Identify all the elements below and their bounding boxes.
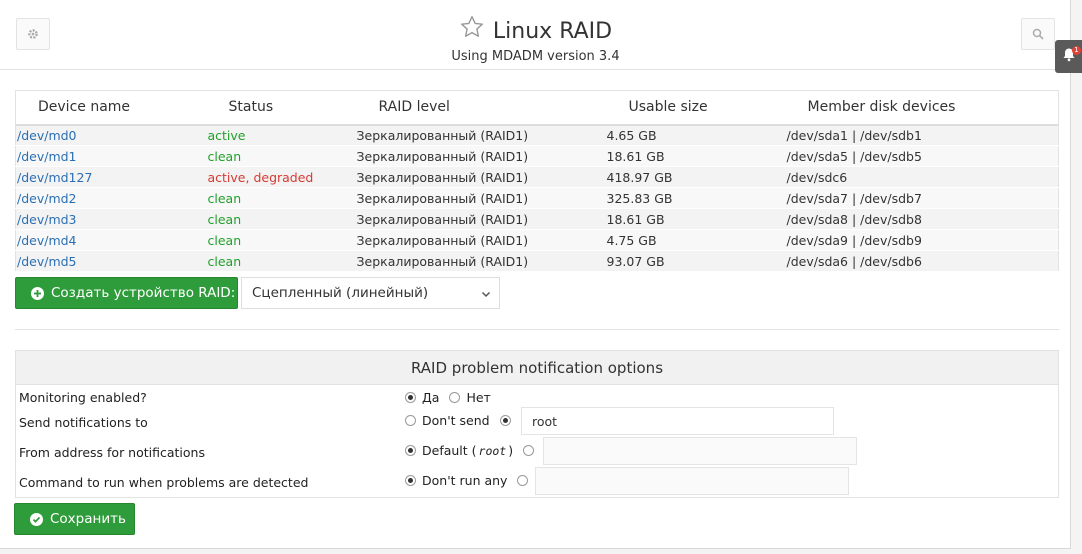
table-row: /dev/md5 clean Зеркалированный (RAID1) 9…	[15, 250, 1059, 272]
send-notifications-label: Send notifications to	[19, 415, 148, 430]
status-text: clean	[207, 190, 242, 206]
plus-circle-icon	[31, 286, 44, 300]
raid-level-text: Зеркалированный (RAID1)	[356, 232, 529, 248]
dont-send-radio[interactable]	[405, 415, 416, 426]
chevron-down-icon	[481, 287, 491, 303]
from-custom-radio[interactable]	[523, 445, 535, 456]
col-device-name[interactable]: Device name	[15, 90, 208, 126]
notification-options-title: RAID problem notification options	[16, 351, 1058, 385]
check-circle-icon	[30, 512, 43, 526]
col-member-disks[interactable]: Member disk devices	[786, 90, 1059, 126]
raid-level-text: Зеркалированный (RAID1)	[356, 148, 529, 164]
col-status[interactable]: Status	[207, 90, 357, 126]
device-link[interactable]: /dev/md4	[16, 233, 77, 248]
table-row: /dev/md4 clean Зеркалированный (RAID1) 4…	[15, 229, 1059, 251]
table-row: /dev/md1 clean Зеркалированный (RAID1) 1…	[15, 145, 1059, 167]
monitoring-label: Monitoring enabled?	[19, 390, 147, 405]
send-notifications-options: Don't send	[405, 413, 517, 428]
create-raid-label: Создать устройство RAID:	[51, 285, 236, 301]
members-text: /dev/sda7 | /dev/sdb7	[786, 190, 922, 206]
members-text: /dev/sda6 | /dev/sdb6	[786, 253, 922, 269]
star-icon[interactable]	[459, 14, 485, 49]
main-panel: Linux RAID Using MDADM version 3.4 Devic…	[0, 0, 1071, 549]
command-input[interactable]	[535, 467, 849, 495]
device-link[interactable]: /dev/md5	[16, 254, 77, 269]
table-header-row: Device name Status RAID level Usable siz…	[15, 90, 1059, 126]
col-usable-size[interactable]: Usable size	[606, 90, 787, 126]
members-text: /dev/sda9 | /dev/sdb9	[786, 232, 922, 248]
raid-level-text: Зеркалированный (RAID1)	[356, 211, 529, 227]
from-default-value: root	[478, 443, 507, 458]
from-default-prefix: Default (	[422, 443, 477, 458]
status-text: clean	[207, 211, 242, 227]
monitoring-no-label: Нет	[466, 390, 491, 405]
title-block: Linux RAID Using MDADM version 3.4	[0, 14, 1071, 65]
search-icon	[1032, 28, 1044, 40]
page-title-text: Linux RAID	[492, 18, 613, 44]
page-subtitle: Using MDADM version 3.4	[451, 49, 620, 64]
cmd-custom-radio[interactable]	[517, 475, 529, 486]
create-raid-button[interactable]: Создать устройство RAID:	[15, 277, 238, 309]
status-text: active, degraded	[207, 169, 314, 185]
save-button[interactable]: Сохранить	[14, 503, 135, 535]
device-link[interactable]: /dev/md2	[16, 191, 77, 206]
raid-level-text: Зеркалированный (RAID1)	[356, 253, 529, 269]
size-text: 93.07 GB	[606, 253, 665, 269]
members-text: /dev/sda5 | /dev/sdb5	[786, 148, 922, 164]
status-text: clean	[207, 232, 242, 248]
notification-count-badge: 1	[1072, 46, 1081, 55]
dont-send-label: Don't send	[422, 413, 490, 428]
raid-type-selected: Сцепленный (линейный)	[252, 285, 429, 301]
table-row: /dev/md127 active, degraded Зеркалирован…	[15, 166, 1059, 188]
status-text: clean	[207, 253, 242, 269]
command-label: Command to run when problems are detecte…	[19, 475, 309, 490]
cmd-none-radio[interactable]	[405, 475, 416, 486]
members-text: /dev/sda8 | /dev/sdb8	[786, 211, 922, 227]
col-raid-level[interactable]: RAID level	[356, 90, 607, 126]
from-address-label: From address for notifications	[19, 445, 205, 460]
from-address-options: Default ( root )	[405, 443, 540, 458]
send-to-radio[interactable]	[499, 415, 511, 426]
size-text: 18.61 GB	[606, 148, 665, 164]
members-text: /dev/sda1 | /dev/sdb1	[786, 127, 922, 143]
device-link[interactable]: /dev/md127	[16, 170, 92, 185]
notifications-tab[interactable]: 1	[1055, 40, 1082, 73]
device-link[interactable]: /dev/md1	[16, 149, 77, 164]
monitoring-no-radio[interactable]	[449, 392, 461, 403]
table-row: /dev/md3 clean Зеркалированный (RAID1) 1…	[15, 208, 1059, 230]
size-text: 18.61 GB	[606, 211, 665, 227]
size-text: 418.97 GB	[606, 169, 673, 185]
device-link[interactable]: /dev/md3	[16, 212, 77, 227]
status-text: active	[207, 127, 246, 143]
monitoring-options: Да Нет	[405, 390, 491, 405]
size-text: 4.75 GB	[606, 232, 657, 248]
from-address-input[interactable]	[543, 437, 857, 465]
page-title: Linux RAID	[459, 14, 612, 49]
raid-devices-table: Device name Status RAID level Usable siz…	[15, 90, 1059, 272]
from-default-suffix: )	[508, 443, 514, 458]
raid-level-text: Зеркалированный (RAID1)	[356, 169, 529, 185]
page-header: Linux RAID Using MDADM version 3.4	[0, 0, 1071, 70]
size-text: 4.65 GB	[606, 127, 657, 143]
device-link[interactable]: /dev/md0	[16, 128, 77, 143]
raid-type-select[interactable]: Сцепленный (линейный)	[241, 277, 500, 309]
raid-level-text: Зеркалированный (RAID1)	[356, 127, 529, 143]
size-text: 325.83 GB	[606, 190, 673, 206]
section-divider	[15, 329, 1059, 330]
save-label: Сохранить	[50, 511, 126, 527]
send-to-input[interactable]: root	[521, 407, 834, 435]
monitoring-yes-label: Да	[422, 390, 440, 405]
monitoring-yes-radio[interactable]	[405, 392, 416, 403]
members-text: /dev/sdc6	[786, 169, 848, 185]
status-text: clean	[207, 148, 242, 164]
table-row: /dev/md2 clean Зеркалированный (RAID1) 3…	[15, 187, 1059, 209]
notification-options-section: RAID problem notification options Monito…	[15, 350, 1059, 498]
raid-level-text: Зеркалированный (RAID1)	[356, 190, 529, 206]
from-default-radio[interactable]	[405, 445, 416, 456]
cmd-none-label: Don't run any	[422, 473, 508, 488]
table-row: /dev/md0 active Зеркалированный (RAID1) …	[15, 124, 1059, 146]
command-options: Don't run any	[405, 473, 534, 488]
search-button[interactable]	[1021, 18, 1055, 50]
